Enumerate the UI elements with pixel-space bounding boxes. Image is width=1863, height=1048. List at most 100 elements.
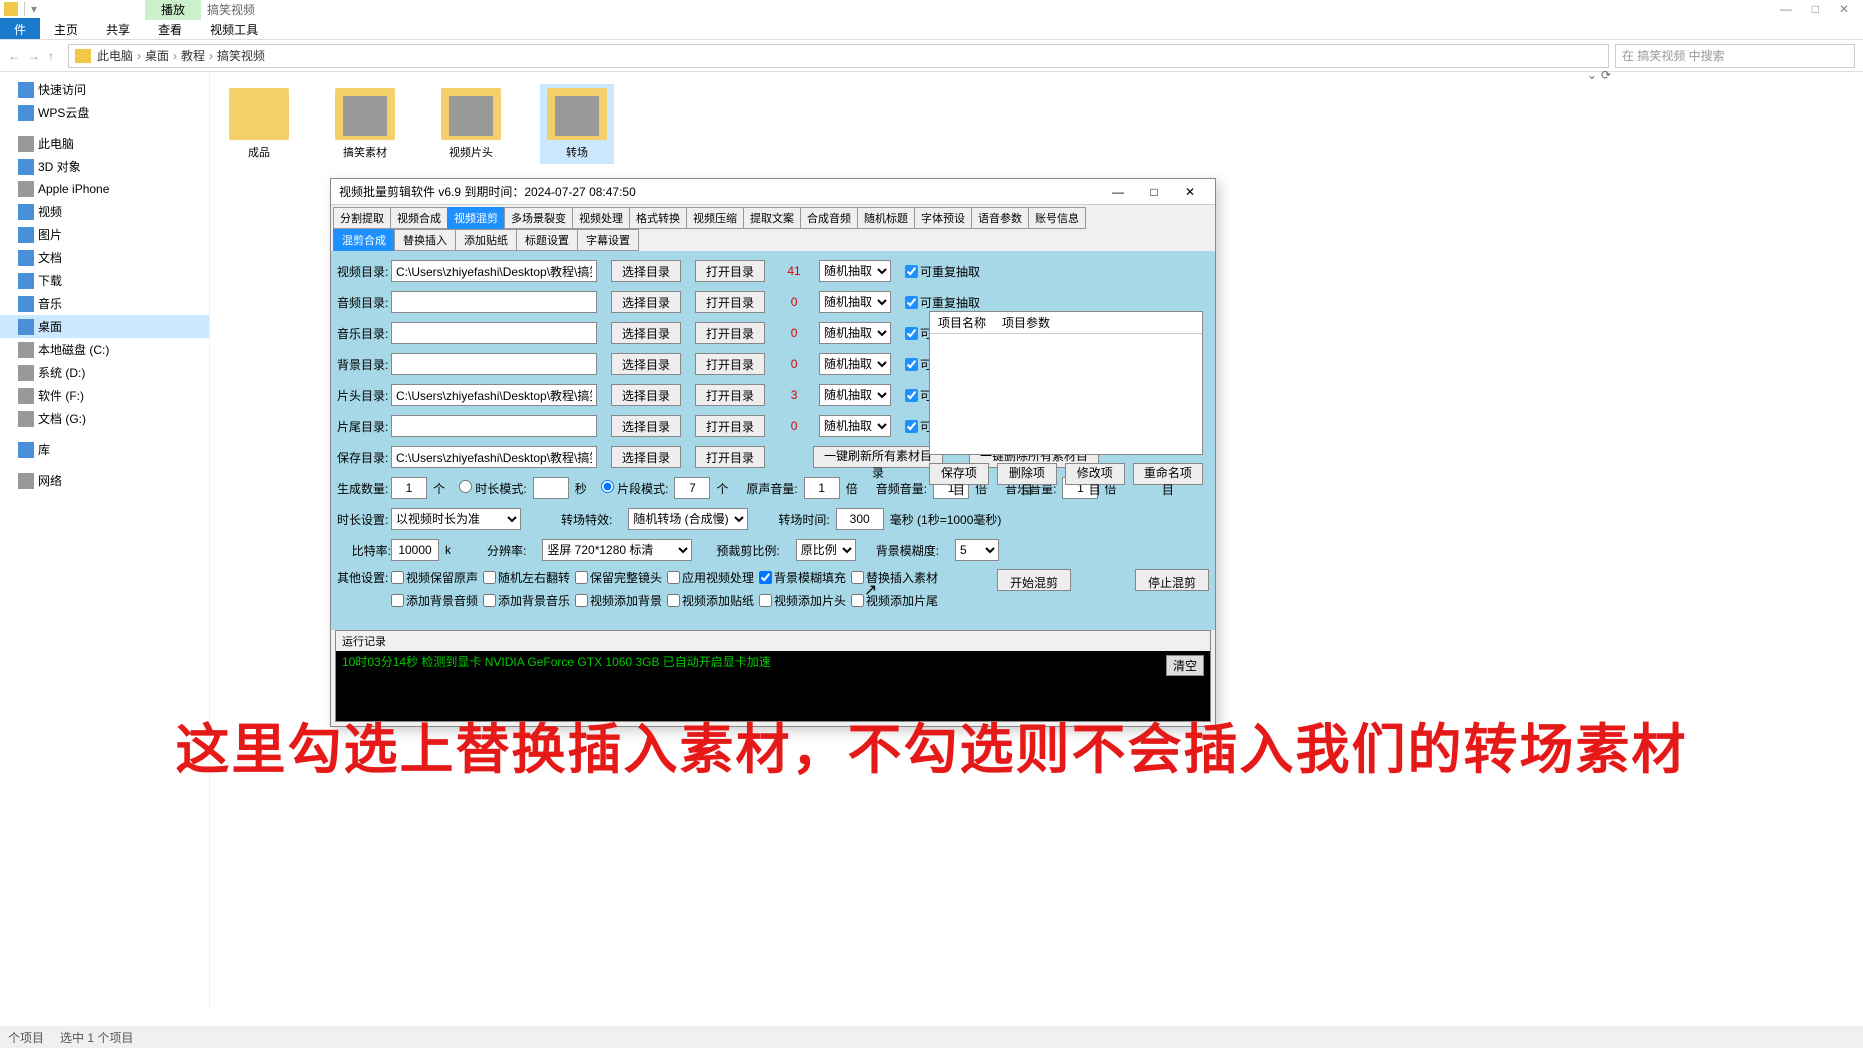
select-dir-button[interactable]: 选择目录 [611, 353, 681, 375]
transition-time-input[interactable] [836, 508, 884, 530]
music-mode-select[interactable]: 随机抽取 [819, 322, 891, 344]
bg-path-input[interactable] [391, 353, 597, 375]
select-dir-button[interactable]: 选择目录 [611, 260, 681, 282]
folder-item[interactable]: 视频片头 [434, 84, 508, 164]
sub-tab[interactable]: 添加贴纸 [455, 229, 517, 251]
open-dir-button[interactable]: 打开目录 [695, 322, 765, 344]
sidebar-item[interactable]: Apple iPhone [0, 178, 209, 200]
head-path-input[interactable] [391, 384, 597, 406]
option-checkbox[interactable]: 视频添加背景 [575, 592, 667, 609]
audio-path-input[interactable] [391, 291, 597, 313]
sub-tab[interactable]: 标题设置 [516, 229, 578, 251]
sidebar-item[interactable]: 视频 [0, 200, 209, 223]
up-icon[interactable]: ↑ [48, 49, 54, 63]
sidebar-item[interactable]: 下载 [0, 269, 209, 292]
main-tab[interactable]: 多场景裂变 [504, 207, 573, 229]
dlg-maximize-icon[interactable]: □ [1137, 182, 1171, 202]
sub-tab[interactable]: 字幕设置 [577, 229, 639, 251]
save-path-input[interactable] [391, 446, 597, 468]
sidebar-item[interactable]: 此电脑 [0, 132, 209, 155]
audio-mode-select[interactable]: 随机抽取 [819, 291, 891, 313]
main-tab[interactable]: 视频处理 [572, 207, 630, 229]
minimize-icon[interactable]: — [1780, 2, 1792, 16]
option-checkbox[interactable]: 添加背景音频 [391, 592, 483, 609]
sidebar-item[interactable]: 桌面 [0, 315, 209, 338]
search-input[interactable]: 在 搞笑视频 中搜索 [1615, 44, 1855, 68]
breadcrumb-dropdown-icon[interactable]: ⌄ [1587, 68, 1597, 82]
video-repeat-checkbox[interactable]: 可重复抽取 [905, 263, 980, 280]
resolution-select[interactable]: 竖屏 720*1280 标清 [542, 539, 692, 561]
ribbon-tab-share[interactable]: 共享 [92, 18, 144, 39]
project-button[interactable]: 删除项目 [997, 463, 1057, 485]
breadcrumb[interactable]: 此电脑› 桌面› 教程› 搞笑视频 [68, 44, 1609, 68]
sidebar-item[interactable]: 本地磁盘 (C:) [0, 338, 209, 361]
bg-mode-select[interactable]: 随机抽取 [819, 353, 891, 375]
clear-log-button[interactable]: 清空 [1166, 655, 1204, 676]
dlg-close-icon[interactable]: ✕ [1173, 182, 1207, 202]
sidebar-item[interactable]: 3D 对象 [0, 155, 209, 178]
music-path-input[interactable] [391, 322, 597, 344]
duration-mode-radio[interactable]: 时长模式: [459, 480, 527, 497]
main-tab[interactable]: 字体预设 [914, 207, 972, 229]
main-tab[interactable]: 随机标题 [857, 207, 915, 229]
main-tab[interactable]: 视频合成 [390, 207, 448, 229]
option-checkbox[interactable]: 视频添加片尾 [851, 592, 943, 609]
sidebar-item[interactable]: 快速访问 [0, 78, 209, 101]
sidebar-item[interactable]: 图片 [0, 223, 209, 246]
project-list[interactable]: 项目名称 项目参数 [929, 311, 1203, 455]
sub-tab[interactable]: 替换插入 [394, 229, 456, 251]
ribbon-tab-file[interactable]: 件 [0, 18, 40, 39]
select-dir-button[interactable]: 选择目录 [611, 415, 681, 437]
sidebar-item[interactable]: 网络 [0, 469, 209, 492]
main-tab[interactable]: 账号信息 [1028, 207, 1086, 229]
select-dir-button[interactable]: 选择目录 [611, 291, 681, 313]
sub-tab[interactable]: 混剪合成 [333, 229, 395, 251]
open-dir-button[interactable]: 打开目录 [695, 260, 765, 282]
open-dir-button[interactable]: 打开目录 [695, 384, 765, 406]
orig-volume-input[interactable] [804, 477, 840, 499]
ribbon-tab-video-tools[interactable]: 视频工具 [196, 18, 272, 39]
crumb-pc[interactable]: 此电脑 [97, 47, 133, 64]
main-tab[interactable]: 格式转换 [629, 207, 687, 229]
crumb-desktop[interactable]: 桌面 [145, 47, 169, 64]
folder-item[interactable]: 转场 [540, 84, 614, 164]
video-mode-select[interactable]: 随机抽取 [819, 260, 891, 282]
main-tab[interactable]: 提取文案 [743, 207, 801, 229]
select-dir-button[interactable]: 选择目录 [611, 446, 681, 468]
open-dir-button[interactable]: 打开目录 [695, 415, 765, 437]
main-tab[interactable]: 视频压缩 [686, 207, 744, 229]
maximize-icon[interactable]: □ [1812, 2, 1819, 16]
sidebar-item[interactable]: WPS云盘 [0, 101, 209, 124]
audio-repeat-checkbox[interactable]: 可重复抽取 [905, 294, 980, 311]
video-path-input[interactable] [391, 260, 597, 282]
sidebar-item[interactable]: 文档 [0, 246, 209, 269]
main-tab[interactable]: 语音参数 [971, 207, 1029, 229]
close-icon[interactable]: ✕ [1839, 2, 1849, 16]
forward-icon[interactable]: → [28, 49, 40, 63]
refresh-all-button[interactable]: 一键刷新所有素材目录 [813, 446, 943, 468]
dlg-minimize-icon[interactable]: — [1101, 182, 1135, 202]
option-checkbox[interactable]: 应用视频处理 [667, 569, 759, 586]
crumb-tutorial[interactable]: 教程 [181, 47, 205, 64]
project-button[interactable]: 保存项目 [929, 463, 989, 485]
play-context-tab[interactable]: 播放 [145, 0, 201, 20]
gen-count-input[interactable] [391, 477, 427, 499]
bitrate-input[interactable] [391, 539, 439, 561]
main-tab[interactable]: 分割提取 [333, 207, 391, 229]
open-dir-button[interactable]: 打开目录 [695, 291, 765, 313]
bg-blur-select[interactable]: 5 [955, 539, 999, 561]
start-mix-button[interactable]: 开始混剪 [997, 569, 1071, 591]
head-mode-select[interactable]: 随机抽取 [819, 384, 891, 406]
folder-item[interactable]: 搞笑素材 [328, 84, 402, 164]
open-dir-button[interactable]: 打开目录 [695, 353, 765, 375]
sidebar-item[interactable]: 音乐 [0, 292, 209, 315]
option-checkbox[interactable]: 添加背景音乐 [483, 592, 575, 609]
main-tab[interactable]: 合成音频 [800, 207, 858, 229]
ribbon-tab-view[interactable]: 查看 [144, 18, 196, 39]
tail-mode-select[interactable]: 随机抽取 [819, 415, 891, 437]
refresh-icon[interactable]: ⟳ [1601, 68, 1611, 82]
option-checkbox[interactable]: 背景模糊填充 [759, 569, 851, 586]
crumb-current[interactable]: 搞笑视频 [217, 47, 265, 64]
transition-effect-select[interactable]: 随机转场 (合成慢) [628, 508, 748, 530]
segment-mode-radio[interactable]: 片段模式: [601, 480, 669, 497]
